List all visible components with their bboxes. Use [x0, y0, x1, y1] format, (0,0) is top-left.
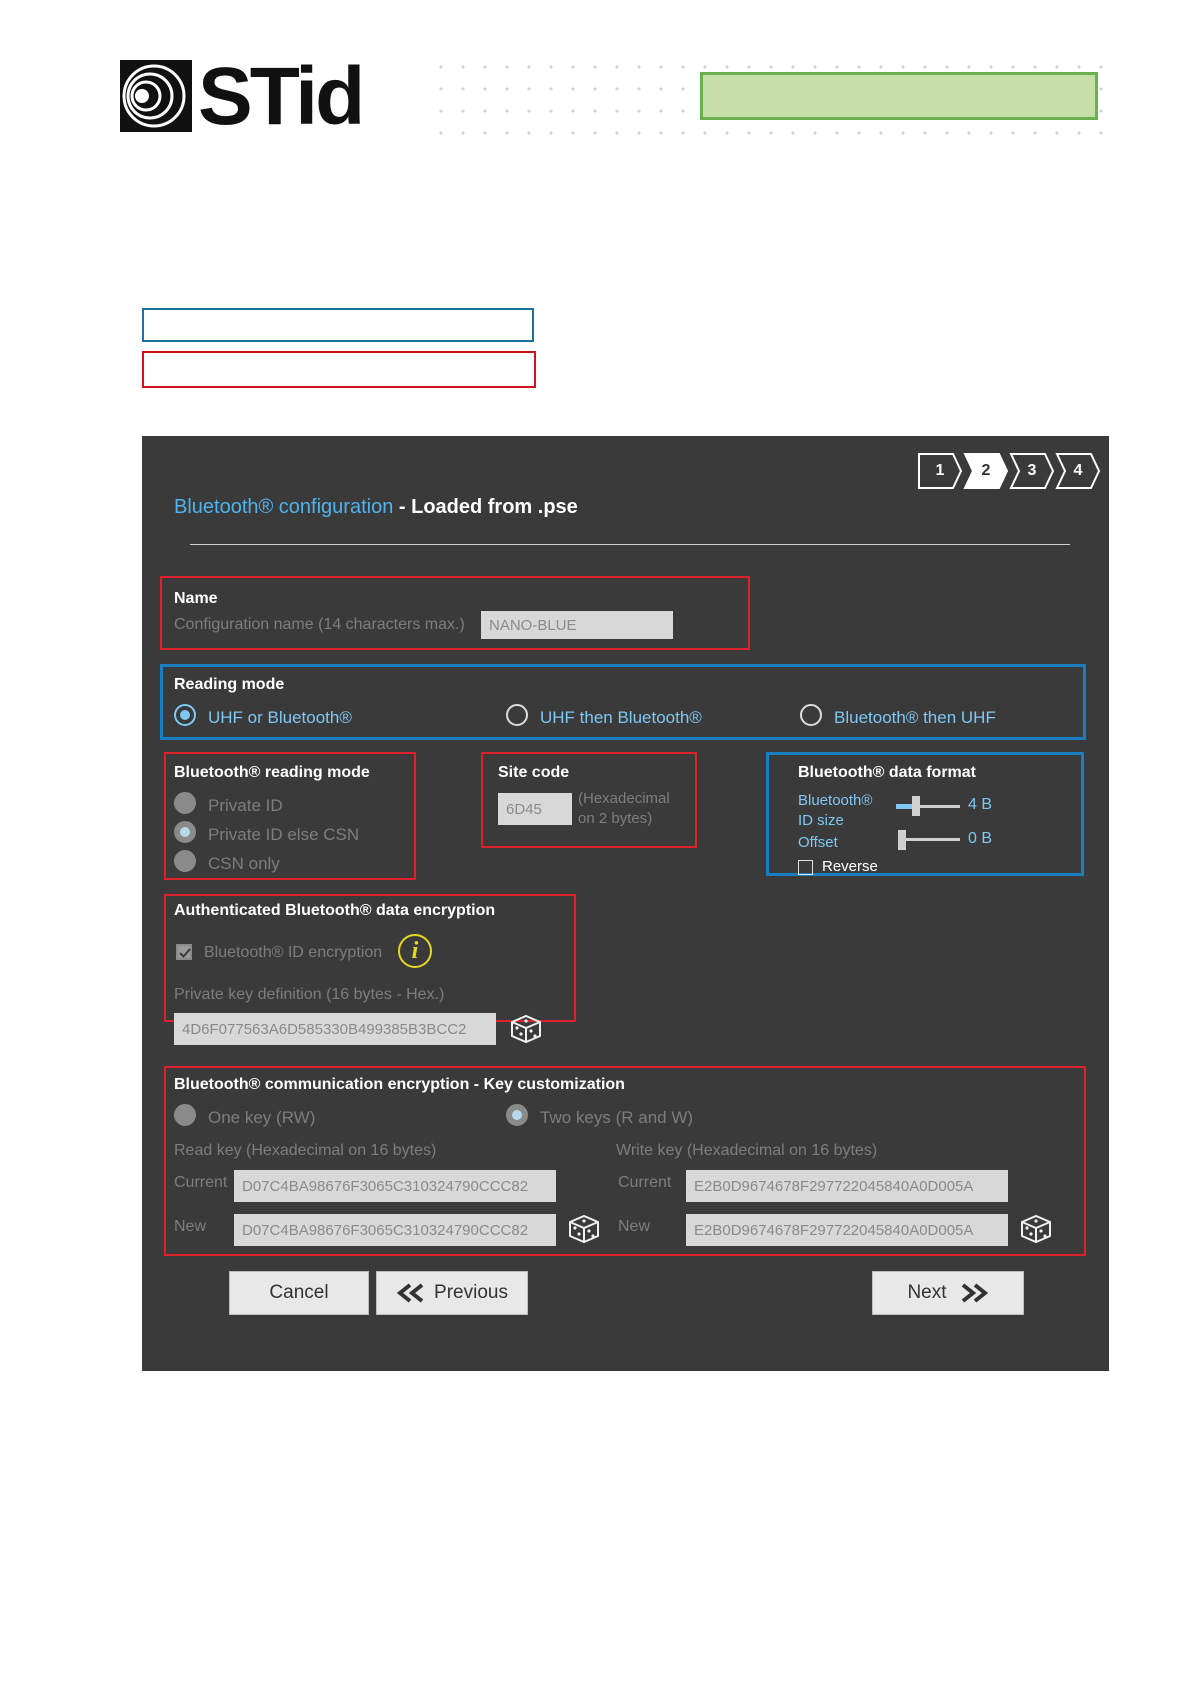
private-key-label: Private key definition (16 bytes - Hex.)	[174, 986, 445, 1003]
bt-reading-mode-title: Bluetooth® reading mode	[174, 764, 370, 781]
header-green-box	[700, 72, 1098, 120]
dice-icon[interactable]	[508, 1010, 544, 1051]
read-key-label: Read key (Hexadecimal on 16 bytes)	[174, 1142, 437, 1159]
radio-csn-only[interactable]	[174, 850, 196, 872]
step-4[interactable]: 4	[1055, 452, 1101, 490]
read-current-label: Current	[174, 1174, 228, 1191]
auth-encryption-title: Authenticated Bluetooth® data encryption	[174, 902, 496, 919]
offset-slider-thumb[interactable]	[898, 830, 906, 850]
option-one-key: One key (RW)	[208, 1108, 316, 1127]
site-code-input[interactable]: 6D45	[498, 793, 572, 825]
step-indicator: 1 2 3 4	[917, 452, 1109, 492]
option-uhf-then-bluetooth: UHF then Bluetooth®	[540, 708, 702, 727]
write-new-input[interactable]: E2B0D9674678F297722045840A0D005A	[686, 1214, 1008, 1246]
double-chevron-right-icon	[959, 1283, 989, 1303]
dialog-title: Bluetooth® configuration - Loaded from .…	[174, 496, 578, 519]
id-size-label-1: Bluetooth®	[798, 792, 873, 809]
step-3[interactable]: 3	[1009, 452, 1055, 490]
site-code-title: Site code	[498, 764, 570, 781]
site-code-hint-2: on 2 bytes)	[578, 810, 653, 827]
write-current-label: Current	[618, 1174, 672, 1191]
legend-blue-box	[142, 308, 534, 342]
dice-icon[interactable]	[566, 1210, 602, 1251]
write-new-label: New	[618, 1218, 651, 1235]
offset-value: 0 B	[968, 830, 993, 847]
radio-private-id[interactable]	[174, 792, 196, 814]
stid-logo: STid	[120, 51, 365, 142]
cancel-button[interactable]: Cancel	[229, 1271, 369, 1315]
comm-encryption-title: Bluetooth® communication encryption - Ke…	[174, 1076, 625, 1093]
radio-one-key[interactable]	[174, 1104, 196, 1126]
bt-id-encryption-checkbox[interactable]	[176, 944, 192, 960]
option-csn-only: CSN only	[208, 854, 280, 873]
option-private-id: Private ID	[208, 796, 283, 815]
bt-id-encryption-label: Bluetooth® ID encryption	[204, 944, 383, 961]
next-button[interactable]: Next	[872, 1271, 1024, 1315]
option-private-id-else-csn: Private ID else CSN	[208, 825, 360, 844]
read-current-input[interactable]: D07C4BA98676F3065C310324790CCC82	[234, 1170, 556, 1202]
bluetooth-config-dialog: 1 2 3 4 Bluetooth® configuration - Loade…	[142, 436, 1109, 1371]
write-current-input[interactable]: E2B0D9674678F297722045840A0D005A	[686, 1170, 1008, 1202]
logo-text: STid	[198, 51, 365, 142]
config-name-input[interactable]: NANO-BLUE	[481, 611, 673, 639]
radio-uhf-or-bluetooth[interactable]	[174, 704, 196, 726]
step-1[interactable]: 1	[917, 452, 963, 490]
read-new-label: New	[174, 1218, 207, 1235]
title-suffix: - Loaded from .pse	[393, 496, 578, 518]
reverse-label: Reverse	[822, 858, 878, 875]
data-format-title: Bluetooth® data format	[798, 764, 977, 781]
option-uhf-or-bluetooth: UHF or Bluetooth®	[208, 708, 352, 727]
step-2-active[interactable]: 2	[963, 452, 1009, 490]
write-key-label: Write key (Hexadecimal on 16 bytes)	[616, 1142, 878, 1159]
reverse-checkbox[interactable]	[798, 860, 813, 875]
previous-button[interactable]: Previous	[376, 1271, 528, 1315]
double-chevron-left-icon	[396, 1283, 426, 1303]
id-size-value: 4 B	[968, 796, 993, 813]
offset-label: Offset	[798, 834, 838, 851]
id-size-slider-thumb[interactable]	[912, 796, 920, 816]
config-name-label: Configuration name (14 characters max.)	[174, 616, 465, 633]
reading-mode-section	[160, 664, 1086, 740]
title-divider	[190, 544, 1070, 545]
radio-two-keys[interactable]	[506, 1104, 528, 1126]
offset-slider-track	[902, 838, 960, 841]
id-size-label-2: ID size	[798, 812, 844, 829]
name-section-title: Name	[174, 590, 218, 607]
option-two-keys: Two keys (R and W)	[540, 1108, 694, 1127]
legend-red-box	[142, 351, 536, 388]
private-key-input[interactable]: 4D6F077563A6D585330B499385B3BCC2	[174, 1013, 496, 1045]
radio-bluetooth-then-uhf[interactable]	[800, 704, 822, 726]
dice-icon[interactable]	[1018, 1210, 1054, 1251]
next-label: Next	[907, 1282, 947, 1303]
cancel-label: Cancel	[269, 1282, 329, 1303]
radio-uhf-then-bluetooth[interactable]	[506, 704, 528, 726]
option-bluetooth-then-uhf: Bluetooth® then UHF	[834, 708, 996, 727]
title-prefix: Bluetooth® configuration	[174, 496, 394, 518]
read-new-input[interactable]: D07C4BA98676F3065C310324790CCC82	[234, 1214, 556, 1246]
radio-private-id-else-csn[interactable]	[174, 821, 196, 843]
info-icon[interactable]: i	[398, 934, 432, 968]
previous-label: Previous	[434, 1282, 508, 1303]
reading-mode-title: Reading mode	[174, 676, 285, 693]
site-code-hint-1: (Hexadecimal	[578, 790, 670, 807]
